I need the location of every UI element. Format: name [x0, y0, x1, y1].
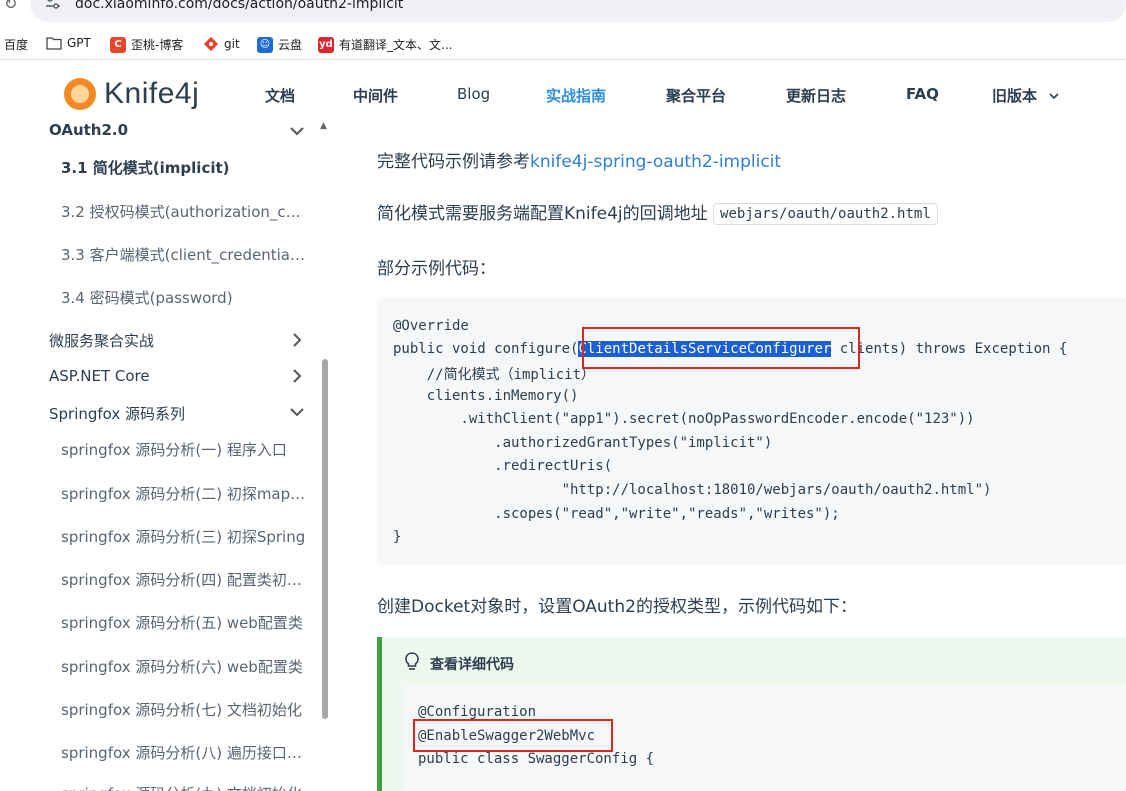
- nav-blog[interactable]: Blog: [457, 85, 490, 103]
- nav-aggregation[interactable]: 聚合平台: [666, 85, 726, 106]
- paragraph-text: 完整代码示例请参考: [377, 152, 530, 172]
- paragraph-code-reference: 完整代码示例请参考knife4j-spring-oauth2-implicit: [377, 147, 781, 172]
- site-header: Knife4j 文档 中间件 Blog 实战指南 聚合平台 更新日志 FAQ 旧…: [0, 61, 1126, 119]
- sidebar-group-aspnet[interactable]: ASP.NET Core: [49, 367, 150, 385]
- code-line: .scopes("read","write","reads","writes")…: [393, 506, 840, 522]
- bookmark-label: 百度: [4, 38, 29, 52]
- bookmark-git[interactable]: git: [203, 36, 240, 52]
- sidebar-item-springfox-1[interactable]: springfox 源码分析(一) 程序入口: [61, 439, 307, 460]
- code-line: .redirectUris(: [393, 458, 613, 474]
- bookmark-youdao[interactable]: yd 有道翻译_文本、文...: [318, 36, 452, 53]
- tip-box-detailed-code: 查看详细代码 @Configuration @EnableSwagger2Web…: [377, 637, 1126, 791]
- reload-icon[interactable]: ↻: [4, 0, 17, 13]
- code-block-swagger-config: @Configuration @EnableSwagger2WebMvc pub…: [402, 685, 1126, 791]
- code-line: .authorizedGrantTypes("implicit"): [393, 435, 773, 451]
- folder-icon: [46, 37, 62, 50]
- sidebar-group-oauth[interactable]: OAuth2.0: [49, 121, 128, 139]
- bookmark-gpt[interactable]: GPT: [46, 36, 91, 50]
- bookmark-cloud[interactable]: ☺ 云盘: [257, 36, 302, 53]
- code-line: @Configuration: [418, 704, 537, 720]
- nav-docs[interactable]: 文档: [265, 85, 295, 106]
- site-logo[interactable]: Knife4j: [64, 77, 199, 111]
- code-line: //简化模式（implicit）: [393, 367, 596, 383]
- sidebar-item-authorization-code[interactable]: 3.2 授权码模式(authorization_code): [61, 201, 307, 222]
- paragraph-docket: 创建Docket对象时，设置OAuth2的授权类型，示例代码如下：: [377, 597, 857, 617]
- nav-old-versions[interactable]: 旧版本: [992, 85, 1060, 106]
- sidebar-group-springfox[interactable]: Springfox 源码系列: [49, 403, 185, 424]
- nav-changelog[interactable]: 更新日志: [786, 85, 846, 106]
- red-highlight-box: [582, 327, 860, 369]
- paragraph-callback-url: 简化模式需要服务端配置Knife4j的回调地址 webjars/oauth/oa…: [377, 199, 938, 225]
- chevron-down-icon: [1049, 93, 1059, 100]
- sidebar-item-password[interactable]: 3.4 密码模式(password): [61, 287, 307, 308]
- nav-practice-guide[interactable]: 实战指南: [546, 85, 606, 106]
- code-line: clients.inMemory(): [393, 388, 579, 404]
- bookmark-label: git: [224, 37, 240, 51]
- bookmark-label: GPT: [67, 36, 91, 50]
- chevron-down-icon[interactable]: [288, 122, 306, 140]
- nav-old-versions-label: 旧版本: [992, 87, 1038, 105]
- youdao-icon: yd: [318, 36, 334, 53]
- paragraph-sample-code: 部分示例代码：: [377, 259, 496, 279]
- sidebar-item-client-credentials[interactable]: 3.3 客户端模式(client_credentials): [61, 244, 307, 265]
- nav-faq[interactable]: FAQ: [906, 85, 939, 103]
- chevron-right-icon[interactable]: [288, 367, 306, 385]
- main-content: 完整代码示例请参考knife4j-spring-oauth2-implicit …: [330, 119, 1126, 791]
- sidebar-item-springfox-8[interactable]: springfox 源码分析(八) 遍历接口获取: [61, 742, 307, 763]
- bookmark-blog[interactable]: C 歪桃-博客: [110, 36, 183, 53]
- sidebar: OAuth2.0 3.1 简化模式(implicit) 3.2 授权码模式(au…: [0, 119, 330, 791]
- browser-address-bar: ↻ doc.xiaominfo.com/docs/action/oauth2-i…: [0, 0, 1126, 28]
- bookmark-baidu[interactable]: 百度: [4, 36, 28, 53]
- sidebar-item-implicit[interactable]: 3.1 简化模式(implicit): [61, 157, 307, 178]
- sidebar-item-springfox-3[interactable]: springfox 源码分析(三) 初探Spring: [61, 526, 307, 547]
- tip-title[interactable]: 查看详细代码: [430, 654, 514, 674]
- chevron-down-icon[interactable]: [288, 403, 306, 421]
- sidebar-item-springfox-7[interactable]: springfox 源码分析(七) 文档初始化: [61, 699, 307, 720]
- example-repo-link[interactable]: knife4j-spring-oauth2-implicit: [530, 152, 781, 172]
- knife4j-logo-icon: [64, 78, 96, 110]
- lightbulb-icon: [405, 652, 419, 670]
- nav-middleware[interactable]: 中间件: [353, 85, 398, 106]
- code-line: public class SwaggerConfig {: [418, 751, 655, 767]
- git-icon: [203, 36, 219, 52]
- bookmark-label: 有道翻译_文本、文...: [339, 38, 453, 52]
- sidebar-group-microservice[interactable]: 微服务聚合实战: [49, 330, 154, 351]
- red-highlight-box: [413, 719, 613, 752]
- code-line: }: [393, 529, 402, 545]
- bookmark-label: 云盘: [278, 38, 303, 52]
- bookmark-label: 歪桃-博客: [131, 38, 184, 52]
- sidebar-item-springfox-6[interactable]: springfox 源码分析(六) web配置类: [61, 656, 307, 677]
- code-line: "http://localhost:18010/webjars/oauth/oa…: [393, 482, 992, 498]
- c-badge-icon: C: [110, 36, 126, 53]
- chevron-right-icon[interactable]: [288, 331, 306, 349]
- cloud-user-icon: ☺: [257, 36, 273, 53]
- site-settings-icon[interactable]: [44, 0, 62, 10]
- url-text[interactable]: doc.xiaominfo.com/docs/action/oauth2-imp…: [75, 0, 403, 12]
- sidebar-item-springfox-4[interactable]: springfox 源码分析(四) 配置类初始化: [61, 569, 307, 590]
- sidebar-scrollbar[interactable]: [322, 359, 328, 719]
- bookmarks-bar: 百度 GPT C 歪桃-博客 git ☺ 云盘 yd 有道翻译_文本、文...: [0, 28, 1126, 60]
- code-token: clients) throws Exception {: [831, 341, 1068, 357]
- sidebar-item-springfox-9[interactable]: springfox 源码分析(九) 文档初始化: [61, 783, 307, 791]
- code-block-configure: @Override public void configure(ClientDe…: [377, 298, 1126, 565]
- scroll-up-arrow-icon[interactable]: ▲: [320, 121, 327, 131]
- inline-code-callback: webjars/oauth/oauth2.html: [713, 203, 938, 225]
- code-token: public void configure(: [393, 341, 579, 357]
- paragraph-text: 简化模式需要服务端配置Knife4j的回调地址: [377, 204, 708, 224]
- sidebar-item-springfox-5[interactable]: springfox 源码分析(五) web配置类: [61, 612, 307, 633]
- code-line: .withClient("app1").secret(noOpPasswordE…: [393, 411, 975, 427]
- code-line: @Override: [393, 318, 469, 334]
- logo-text: Knife4j: [104, 77, 200, 110]
- sidebar-item-springfox-2[interactable]: springfox 源码分析(二) 初探mapping: [61, 483, 307, 504]
